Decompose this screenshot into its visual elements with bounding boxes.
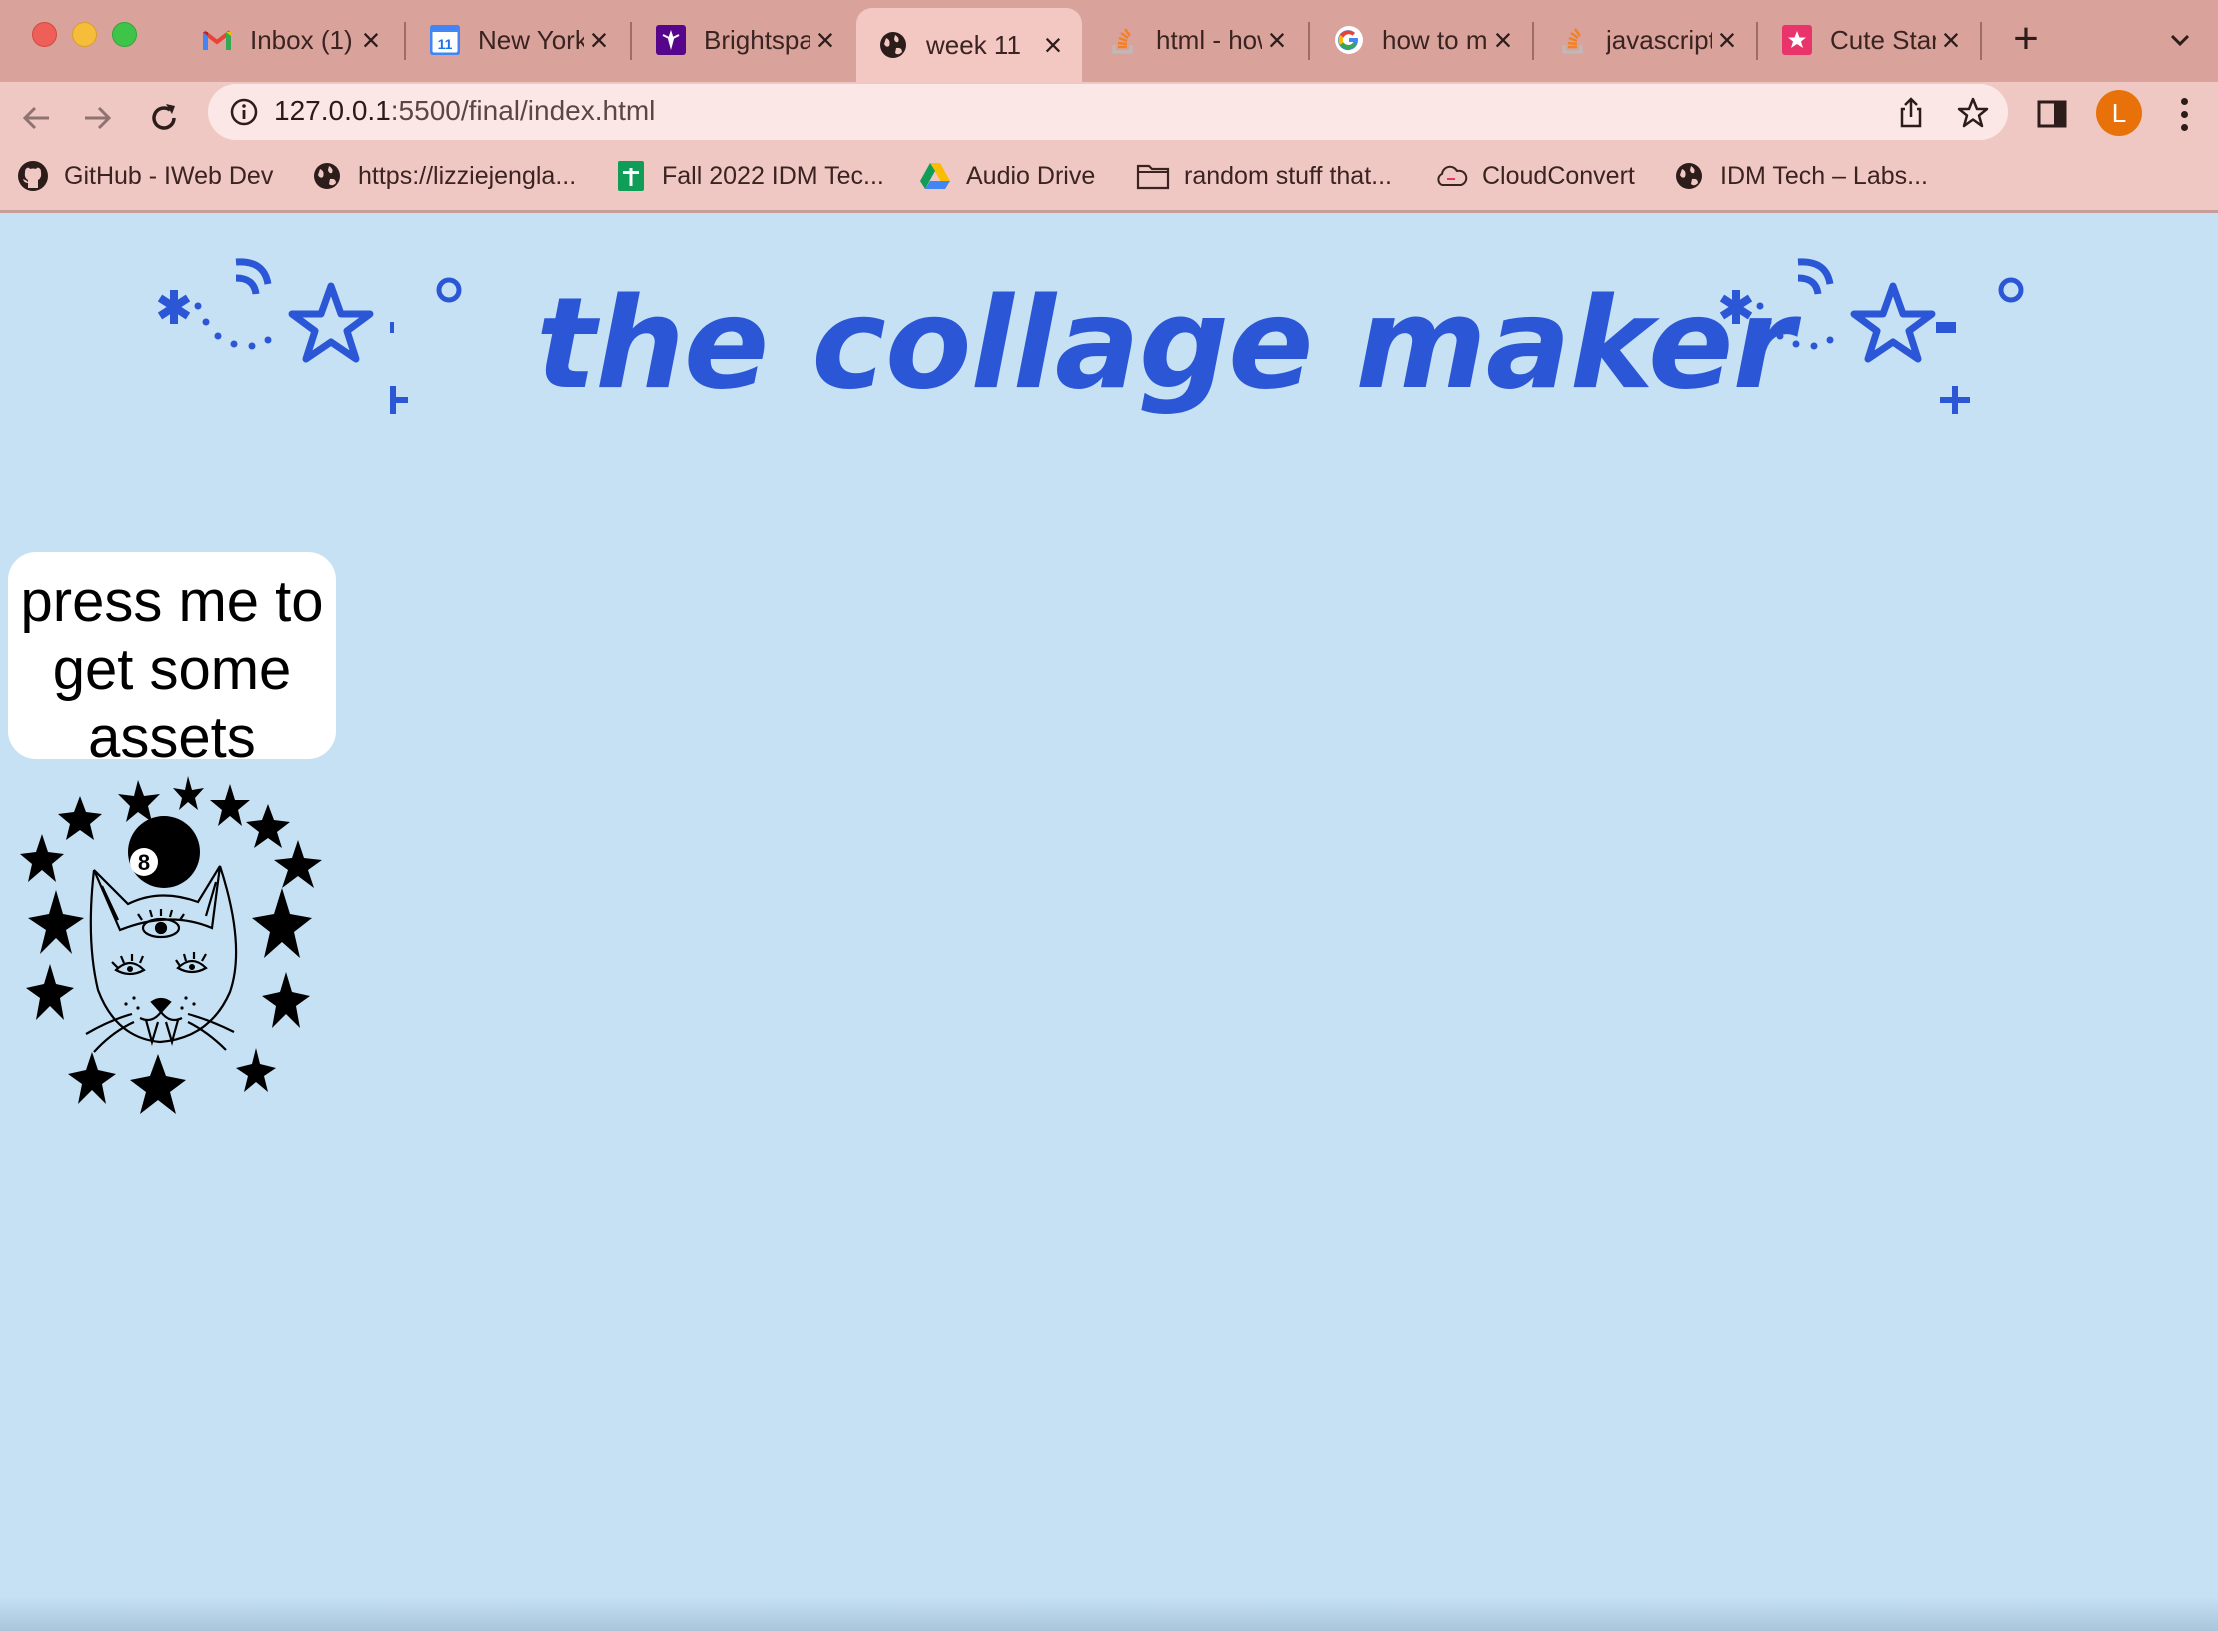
page-bottom-shadow bbox=[0, 1596, 2218, 1631]
tab-strip: Inbox (1) × 11 New York × Brightspace × … bbox=[0, 0, 2218, 82]
tab-google[interactable]: how to make × bbox=[1312, 8, 1532, 72]
url-text[interactable]: 127.0.0.1:5500/final/index.html bbox=[274, 95, 655, 127]
github-icon bbox=[16, 159, 50, 193]
tab-title: New York bbox=[478, 24, 584, 55]
google-icon bbox=[1334, 25, 1364, 55]
tab-cute-stars[interactable]: Cute Stars × bbox=[1760, 8, 1980, 72]
maximize-window-button[interactable] bbox=[112, 22, 137, 47]
tab-separator bbox=[404, 22, 406, 60]
bookmark-label: IDM Tech – Labs... bbox=[1720, 161, 1928, 190]
back-button[interactable] bbox=[12, 94, 60, 142]
cloud-icon bbox=[1434, 159, 1468, 193]
tab-title: Cute Stars bbox=[1830, 24, 1936, 55]
page-title: the collage maker bbox=[536, 270, 1795, 417]
tab-calendar[interactable]: 11 New York × bbox=[408, 8, 628, 72]
stackoverflow-icon bbox=[1558, 25, 1588, 55]
arrow-left-icon bbox=[22, 106, 49, 130]
tab-week-11[interactable]: week 11 × bbox=[856, 8, 1082, 82]
close-tab-icon[interactable]: × bbox=[1262, 24, 1292, 56]
calendar-icon: 11 bbox=[430, 25, 460, 55]
bookmark-label: Fall 2022 IDM Tec... bbox=[662, 161, 884, 190]
bookmark-label: GitHub - IWeb Dev bbox=[64, 161, 274, 190]
tab-separator bbox=[1980, 22, 1982, 60]
tab-separator bbox=[1532, 22, 1534, 60]
side-panel-button[interactable] bbox=[2030, 92, 2074, 136]
bookmark-label: https://lizziejengla... bbox=[358, 161, 577, 190]
new-tab-button[interactable]: + bbox=[2006, 17, 2046, 64]
share-icon[interactable] bbox=[1894, 96, 1928, 130]
side-panel-icon bbox=[2037, 100, 2067, 128]
arrow-right-icon bbox=[85, 106, 112, 130]
tab-brightspace[interactable]: Brightspace × bbox=[634, 8, 854, 72]
sheets-icon bbox=[614, 159, 648, 193]
bookmark-audio-drive[interactable]: Audio Drive bbox=[918, 156, 1095, 196]
tab-separator bbox=[1308, 22, 1310, 60]
get-assets-button[interactable]: press me to get some assets bbox=[8, 552, 336, 770]
bookmark-star-icon[interactable] bbox=[1956, 96, 1990, 130]
close-tab-icon[interactable]: × bbox=[356, 24, 386, 56]
cat-eight-ball-illustration: 8 bbox=[20, 776, 322, 1114]
tab-gmail[interactable]: Inbox (1) × bbox=[180, 8, 400, 72]
sparkle-decoration-left bbox=[157, 258, 374, 363]
forward-button[interactable] bbox=[74, 94, 122, 142]
tab-javascript[interactable]: javascript × bbox=[1536, 8, 1756, 72]
tab-title: html - how bbox=[1156, 24, 1262, 55]
dot bbox=[2180, 97, 2188, 105]
sparkle-decoration-left-b bbox=[390, 277, 462, 414]
close-tab-icon[interactable]: × bbox=[1936, 24, 1966, 56]
tab-search-button[interactable] bbox=[2160, 20, 2200, 60]
gmail-icon bbox=[202, 25, 232, 55]
reload-button[interactable] bbox=[140, 94, 188, 142]
bookmark-idm-tech-labs[interactable]: IDM Tech – Labs... bbox=[1672, 156, 1928, 196]
bookmark-label: random stuff that... bbox=[1184, 161, 1392, 190]
page-header: the collage maker bbox=[140, 250, 2100, 430]
bookmark-fall-2022[interactable]: Fall 2022 IDM Tec... bbox=[614, 156, 884, 196]
tab-separator bbox=[630, 22, 632, 60]
bookmark-label: CloudConvert bbox=[1482, 161, 1635, 190]
close-tab-icon[interactable]: × bbox=[1712, 24, 1742, 56]
stackoverflow-icon bbox=[1108, 25, 1138, 55]
close-window-button[interactable] bbox=[32, 22, 57, 47]
sparkle-decoration-right bbox=[1719, 258, 2024, 414]
browser-menu-button[interactable] bbox=[2166, 92, 2202, 136]
reload-icon bbox=[152, 104, 176, 130]
folder-icon bbox=[1136, 159, 1170, 193]
chevron-down-icon bbox=[2170, 34, 2190, 47]
drive-icon bbox=[918, 159, 952, 193]
bookmark-lizziejengla[interactable]: https://lizziejengla... bbox=[310, 156, 576, 196]
brightspace-icon bbox=[656, 25, 686, 55]
bookmark-github[interactable]: GitHub - IWeb Dev bbox=[16, 156, 273, 196]
bookmark-random-stuff[interactable]: random stuff that... bbox=[1136, 156, 1392, 196]
tab-title: Inbox (1) bbox=[250, 24, 353, 55]
minimize-window-button[interactable] bbox=[72, 22, 97, 47]
url-path: :5500/final/index.html bbox=[390, 95, 656, 126]
tab-separator bbox=[1756, 22, 1758, 60]
globe-icon bbox=[878, 30, 908, 60]
globe-icon bbox=[310, 159, 344, 193]
profile-avatar[interactable]: L bbox=[2096, 90, 2142, 136]
globe-icon bbox=[1672, 159, 1706, 193]
dot bbox=[2180, 110, 2188, 118]
bookmark-label: Audio Drive bbox=[966, 161, 1096, 190]
tab-title: javascript bbox=[1606, 24, 1712, 55]
tab-title: how to make bbox=[1382, 24, 1488, 55]
close-tab-icon[interactable]: × bbox=[1038, 29, 1068, 61]
close-tab-icon[interactable]: × bbox=[584, 24, 614, 56]
site-info-icon[interactable] bbox=[228, 96, 260, 128]
close-tab-icon[interactable]: × bbox=[1488, 24, 1518, 56]
url-host: 127.0.0.1 bbox=[274, 95, 391, 126]
close-tab-icon[interactable]: × bbox=[810, 24, 840, 56]
dot bbox=[2180, 123, 2188, 131]
calendar-date-text: 11 bbox=[438, 36, 453, 52]
tab-title: Brightspace bbox=[704, 24, 810, 55]
tab-html-how[interactable]: html - how × bbox=[1086, 8, 1306, 72]
address-bar[interactable]: 127.0.0.1:5500/final/index.html bbox=[208, 84, 2008, 140]
tab-title: week 11 bbox=[926, 29, 1021, 60]
eight-ball-digit: 8 bbox=[138, 850, 150, 875]
star-site-icon bbox=[1782, 25, 1812, 55]
bookmark-cloudconvert[interactable]: CloudConvert bbox=[1434, 156, 1635, 196]
